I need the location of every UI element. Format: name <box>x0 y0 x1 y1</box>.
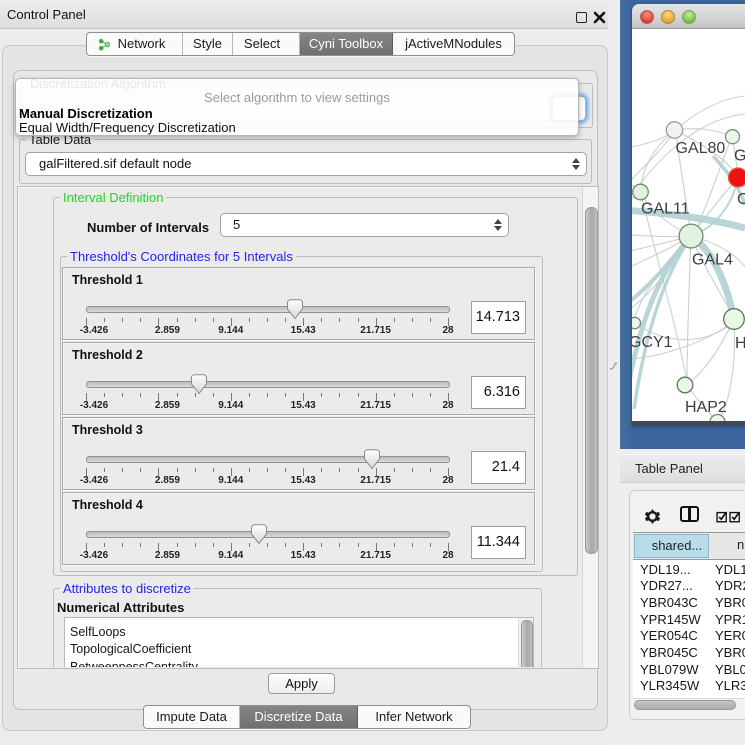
svg-text:GAL4: GAL4 <box>692 252 733 269</box>
svg-text:GCY1: GCY1 <box>632 334 673 351</box>
svg-text:H...: H... <box>735 335 745 352</box>
svg-text:C...: C... <box>737 191 745 208</box>
svg-text:G...: G... <box>734 148 745 165</box>
svg-text:GAL11: GAL11 <box>641 201 690 218</box>
svg-text:GAL80: GAL80 <box>676 140 726 157</box>
svg-text:HAP2: HAP2 <box>685 399 727 416</box>
